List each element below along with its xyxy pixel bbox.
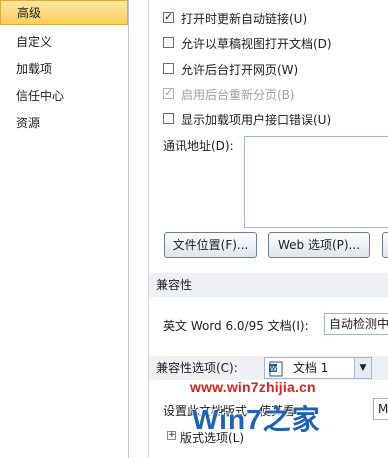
- nav-item-customize[interactable]: 自定义: [0, 31, 128, 53]
- chevron-down-icon[interactable]: ▼: [354, 358, 371, 378]
- layout-options-label[interactable]: 版式选项(L): [180, 429, 244, 446]
- compatibility-section-header: 兼容性: [149, 273, 388, 297]
- advanced-options-panel: 打开时更新自动链接(U) 允许以草稿视图打开文档(D) 允许后台打开网页(W) …: [149, 0, 388, 458]
- document-select-value: 文档 1: [292, 361, 329, 375]
- nav-divider: [129, 0, 149, 458]
- nav-item-add-ins[interactable]: 加载项: [0, 58, 128, 80]
- word-format-label: 英文 Word 6.0/95 文档(I):: [163, 319, 309, 333]
- nav-item-resources[interactable]: 资源: [0, 112, 128, 134]
- web-options-button[interactable]: Web 选项(P)...: [268, 232, 370, 258]
- addin-errors-checkbox[interactable]: [163, 113, 174, 124]
- file-locations-button[interactable]: 文件位置(F)...: [164, 232, 257, 258]
- mailing-address-label: 通讯地址(D):: [163, 139, 234, 153]
- background-web-label: 允许后台打开网页(W): [181, 63, 299, 77]
- draft-view-label: 允许以草稿视图打开文档(D): [181, 37, 332, 51]
- layout-settings-label-tail: 使其看: [259, 404, 296, 418]
- document-select[interactable]: W 文档 1 ▼: [264, 357, 372, 379]
- word-format-select[interactable]: 自动检测中: [324, 313, 388, 335]
- update-links-checkbox[interactable]: [163, 8, 174, 26]
- draft-view-checkbox[interactable]: [163, 37, 174, 48]
- options-navigation: 高级 自定义 加载项 信任中心 资源: [0, 0, 129, 458]
- layout-target-value: M: [378, 402, 388, 416]
- background-repagination-checkbox: [163, 84, 174, 102]
- nav-item-advanced[interactable]: 高级: [0, 0, 128, 25]
- truncated-button[interactable]: [382, 232, 388, 258]
- svg-text:W: W: [270, 365, 277, 373]
- expand-plus-icon[interactable]: +: [167, 431, 176, 440]
- layout-settings-label: 设置此文档版式: [163, 404, 248, 418]
- mailing-address-field[interactable]: [244, 136, 388, 228]
- nav-item-trust-center[interactable]: 信任中心: [0, 85, 128, 107]
- layout-target-select[interactable]: M: [373, 398, 388, 420]
- addin-errors-label: 显示加载项用户接口错误(U): [181, 113, 332, 127]
- background-repagination-label: 启用后台重新分页(B): [181, 88, 295, 102]
- word-document-icon: W: [269, 361, 283, 377]
- background-web-checkbox[interactable]: [163, 63, 174, 74]
- compatibility-options-label: 兼容性选项(C):: [156, 361, 238, 375]
- word-format-value: 自动检测中: [329, 317, 388, 331]
- update-links-label: 打开时更新自动链接(U): [181, 12, 308, 26]
